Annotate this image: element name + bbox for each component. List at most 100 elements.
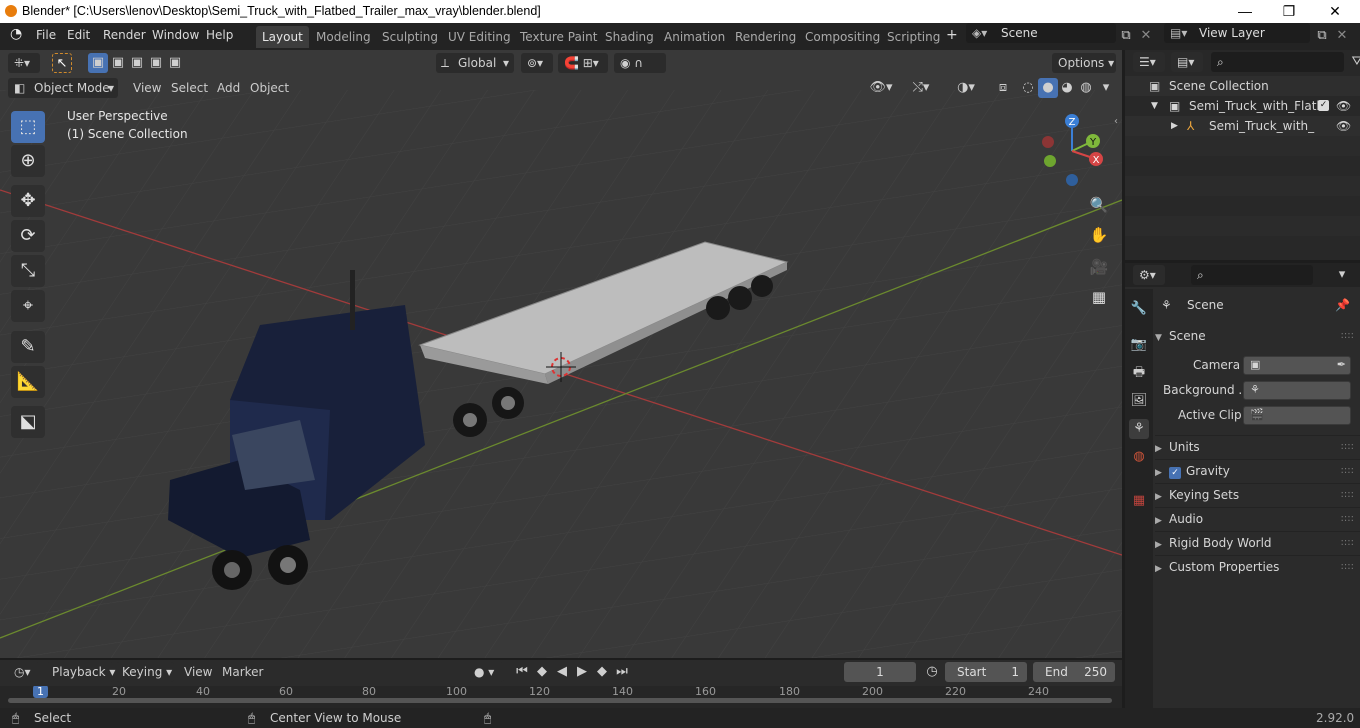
timeline-menu-marker[interactable]: Marker [222, 665, 263, 679]
background-field[interactable]: ⚘ [1243, 381, 1351, 400]
tab-uv-editing[interactable]: UV Editing [442, 26, 517, 48]
visibility-eye-icon[interactable]: 👁▾ [866, 78, 896, 98]
zoom-icon[interactable]: 🔍 [1086, 192, 1112, 218]
start-frame-field[interactable]: Start 1 [945, 662, 1027, 682]
eyedropper-icon[interactable]: ✒ [1337, 358, 1346, 371]
outliner-search-input[interactable]: ⌕ [1211, 52, 1344, 72]
timeline-scrollbar[interactable] [8, 698, 1112, 703]
viewport-canvas[interactable]: Z Y X [0, 50, 1122, 658]
options-dropdown[interactable]: Options ▾ [1052, 53, 1116, 73]
collection-checkbox[interactable]: ✓ [1318, 100, 1329, 111]
mode-dropdown[interactable]: ◧ Object Mode ▾ [8, 78, 118, 98]
tab-shading[interactable]: Shading [599, 26, 660, 48]
menu-object[interactable]: Object [250, 81, 289, 95]
tool-add-cube[interactable]: ⬕ [11, 406, 45, 438]
remove-scene-icon[interactable]: ✕ [1136, 26, 1156, 46]
prev-keyframe-icon[interactable]: ◆ [532, 662, 552, 682]
drag-grip-icon[interactable]: :::: [1341, 484, 1354, 506]
pin-icon[interactable]: 📌 [1335, 298, 1350, 312]
menu-add[interactable]: Add [217, 81, 240, 95]
select-mode-invert-icon[interactable]: ▣ [146, 53, 166, 73]
expand-triangle-icon[interactable]: ▶ [1171, 116, 1178, 136]
tool-move[interactable]: ✥ [11, 185, 45, 217]
tab-compositing[interactable]: Compositing [799, 26, 886, 48]
tab-sculpting[interactable]: Sculpting [376, 26, 444, 48]
menu-view[interactable]: View [133, 81, 161, 95]
playback-dropdown[interactable]: Playback ▾ [46, 662, 115, 682]
current-frame-field[interactable]: 1 [844, 662, 916, 682]
properties-editor-type-button[interactable]: ⚙▾ [1133, 265, 1165, 285]
3d-viewport[interactable]: Z Y X ⁜▾ ↖ ▣ ▣ ▣ ▣ ▣ ⟂ Global ▾ ⊚▾ 🧲 ⊞▾ … [0, 50, 1122, 658]
new-scene-icon[interactable]: ⧉ [1116, 26, 1136, 46]
tool-annotate[interactable]: ✎ [11, 331, 45, 363]
timeline-ruler[interactable]: 1 20 40 60 80 100 120 140 160 180 200 220 240 [0, 686, 1122, 708]
shading-solid-icon[interactable]: ● [1038, 78, 1058, 98]
current-frame-marker[interactable]: 1 [33, 686, 48, 698]
eye-visibility-icon[interactable]: 👁 [1336, 116, 1351, 136]
tool-rotate[interactable]: ⟳ [11, 220, 45, 252]
custom-properties-panel-header[interactable]: ▶ Custom Properties:::: [1155, 555, 1360, 577]
select-mode-intersect-icon[interactable]: ▣ [165, 53, 185, 73]
properties-options-chevron-icon[interactable]: ▾ [1332, 265, 1352, 285]
shading-rendered-icon[interactable]: ◍ [1076, 78, 1096, 98]
tool-measure[interactable]: 📐 [11, 366, 45, 398]
texture-tab-icon[interactable]: ▦ [1129, 491, 1149, 511]
menu-edit[interactable]: Edit [67, 28, 90, 42]
camera-field[interactable]: ▣ ✒ [1243, 356, 1351, 375]
auto-keying-button[interactable]: ● ▾ [468, 662, 504, 682]
eye-visibility-icon[interactable]: 👁 [1336, 96, 1351, 116]
shading-options-chevron-icon[interactable]: ▾ [1096, 78, 1116, 98]
view-layer-selector[interactable]: ▤▾ View Layer [1164, 23, 1310, 43]
outliner-row-object[interactable]: ▶ ⅄ Semi_Truck_with_Fla 👁 [1125, 116, 1360, 136]
tool-tab-icon[interactable]: 🔧 [1129, 299, 1149, 319]
tool-scale[interactable]: ⤡ [11, 255, 45, 287]
drag-grip-icon[interactable]: :::: [1341, 460, 1354, 482]
select-mode-new-icon[interactable]: ▣ [88, 53, 108, 73]
snapping-button[interactable]: 🧲 ⊞▾ [558, 53, 608, 73]
blender-menu-icon[interactable]: ◔ [10, 26, 22, 42]
select-mode-extend-icon[interactable]: ▣ [108, 53, 128, 73]
outliner-row-scene-collection[interactable]: ▣ Scene Collection [1125, 76, 1360, 96]
tab-layout[interactable]: Layout [256, 26, 309, 48]
proportional-editing-button[interactable]: ◉ ∩ [614, 53, 666, 73]
gizmo-toggle-icon[interactable]: ⤭▾ [904, 78, 938, 98]
tool-select-box[interactable]: ⬚ [11, 111, 45, 143]
drag-grip-icon[interactable]: :::: [1341, 532, 1354, 554]
drag-grip-icon[interactable]: :::: [1341, 508, 1354, 530]
tab-scripting[interactable]: Scripting [881, 26, 946, 48]
maximize-button[interactable]: ❐ [1266, 0, 1312, 23]
jump-start-icon[interactable]: ⏮ [512, 662, 532, 682]
pan-hand-icon[interactable]: ✋ [1086, 222, 1112, 248]
world-tab-icon[interactable]: ◍ [1129, 447, 1149, 467]
menu-file[interactable]: File [36, 28, 56, 42]
menu-help[interactable]: Help [206, 28, 233, 42]
gravity-checkbox[interactable]: ✓ [1169, 467, 1181, 479]
tab-modeling[interactable]: Modeling [310, 26, 377, 48]
keying-dropdown[interactable]: Keying ▾ [116, 662, 174, 682]
gravity-panel-header[interactable]: ▶ ✓ Gravity:::: [1155, 459, 1360, 481]
jump-end-icon[interactable]: ⏭ [612, 662, 632, 682]
display-mode-button[interactable]: ▤▾ [1171, 52, 1203, 72]
new-view-layer-icon[interactable]: ⧉ [1312, 26, 1332, 46]
camera-view-icon[interactable]: 🎥 [1086, 254, 1112, 280]
keying-sets-panel-header[interactable]: ▶ Keying Sets:::: [1155, 483, 1360, 505]
properties-search-input[interactable]: ⌕ [1191, 265, 1313, 285]
timeline-menu-view[interactable]: View [184, 665, 212, 679]
play-reverse-icon[interactable]: ◀ [552, 662, 572, 682]
tool-transform[interactable]: ⌖ [11, 290, 45, 322]
active-clip-field[interactable]: 🎬 [1243, 406, 1351, 425]
view-layer-tab-icon[interactable]: 🖼 [1129, 391, 1149, 411]
transform-orientation-dropdown[interactable]: ⟂ Global ▾ [436, 53, 514, 73]
play-icon[interactable]: ▶ [572, 662, 592, 682]
collapse-triangle-icon[interactable]: ▼ [1151, 96, 1158, 116]
tab-rendering[interactable]: Rendering [729, 26, 802, 48]
next-keyframe-icon[interactable]: ◆ [592, 662, 612, 682]
end-frame-field[interactable]: End 250 [1033, 662, 1115, 682]
editor-type-button[interactable]: ⁜▾ [8, 53, 40, 73]
shading-wireframe-icon[interactable]: ◌ [1018, 78, 1038, 98]
drag-grip-icon[interactable]: :::: [1341, 436, 1354, 458]
drag-grip-icon[interactable]: :::: [1341, 325, 1354, 347]
outliner-editor-type-button[interactable]: ☰▾ [1133, 52, 1165, 72]
ortho-grid-icon[interactable]: ▦ [1086, 284, 1112, 310]
select-box-tool-icon[interactable]: ↖ [52, 53, 72, 73]
